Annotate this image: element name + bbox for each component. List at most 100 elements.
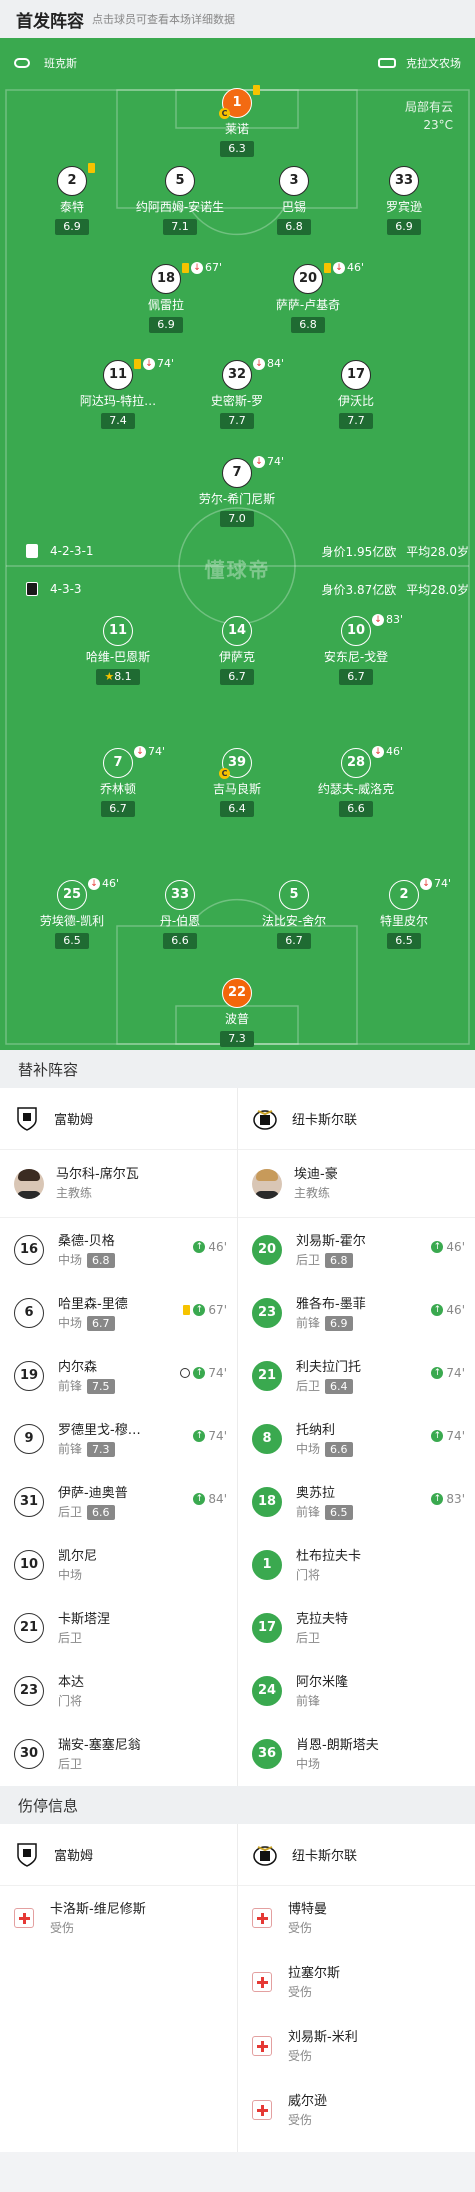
sub-on-icon: ↑ [193, 1367, 206, 1379]
player-number: 7 [222, 458, 252, 488]
sub-row[interactable]: 30 瑞安-塞塞尼翁 后卫 [0, 1722, 237, 1785]
away-team-header: 纽卡斯尔联 [238, 1824, 475, 1886]
sub-row[interactable]: 23 雅各布-墨菲 前锋 6.9 ↑ 46' [238, 1281, 475, 1344]
player-home-2[interactable]: 2 泰特 6.9 [17, 163, 127, 235]
sub-name: 伊萨-迪奥普 [58, 1485, 128, 1501]
away-coach[interactable]: 埃迪-豪 主教练 [238, 1150, 475, 1218]
sub-name: 利夫拉门托 [296, 1359, 362, 1375]
sub-row[interactable]: 17 克拉夫特 后卫 [238, 1596, 475, 1659]
injury-row[interactable]: 博特曼 受伤 [238, 1886, 475, 1950]
player-name: 伊萨克 [218, 650, 255, 664]
injured-player-name: 刘易斯-米利 [288, 2029, 358, 2045]
player-away-14[interactable]: 14 伊萨克 6.7 [182, 616, 292, 685]
player-rating: 6.7 [220, 669, 254, 685]
coach-avatar [14, 1168, 44, 1199]
sub-row[interactable]: 21 卡斯塔涅 后卫 [0, 1596, 237, 1659]
player-name: 乔林顿 [99, 782, 136, 796]
sub-number: 16 [14, 1234, 44, 1265]
player-away-5[interactable]: 5 法比安-舍尔 6.7 [239, 880, 349, 949]
player-away-7[interactable]: 7 ↓ 74' 乔林顿 6.7 [63, 745, 173, 817]
newcastle-crest-icon [253, 1845, 277, 1866]
coach-name: 埃迪-豪 [294, 1167, 338, 1182]
sub-row[interactable]: 19 内尔森 前锋 7.5 ↑ 74' [0, 1344, 237, 1407]
player-rating: 6.7 [277, 933, 311, 949]
player-name: 安东尼-戈登 [323, 650, 389, 664]
away-team-name: 纽卡斯尔联 [292, 1113, 358, 1128]
injury-row[interactable]: 刘易斯-米利 受伤 [238, 2014, 475, 2078]
player-rating: 6.3 [220, 141, 254, 157]
away-subs-column: 纽卡斯尔联 埃迪-豪 主教练 20 刘易斯-霍尔 后卫 6.8 ↑ 46' 23 雅各布-墨菲… [238, 1088, 475, 1785]
player-home-11[interactable]: 11 ↓ 74' 阿达玛-特拉… 7.4 [63, 357, 174, 429]
sub-off-icon: ↓ [333, 261, 345, 274]
player-rating: ★8.1 [96, 669, 140, 685]
sub-name: 瑞安-塞塞尼翁 [58, 1737, 141, 1753]
sub-minute: ↑ 84' [193, 1492, 227, 1506]
player-home-18[interactable]: 18 ↓ 67' 佩雷拉 6.9 [111, 261, 222, 333]
captain-icon: C [219, 108, 230, 119]
player-away-28[interactable]: 28 ↓ 46' 约瑟夫-威洛克 6.6 [301, 745, 411, 817]
player-events [88, 163, 95, 173]
player-home-33[interactable]: 33 罗宾逊 6.9 [349, 166, 459, 235]
sub-rating: 7.5 [87, 1378, 115, 1394]
player-home-17[interactable]: 17 伊沃比 7.7 [301, 360, 411, 429]
player-number: 20 [293, 264, 323, 294]
sub-on-icon: ↑ [193, 1430, 206, 1442]
player-rating: 7.0 [220, 511, 254, 527]
sub-row[interactable]: 9 罗德里戈-穆… 前锋 7.3 ↑ 74' [0, 1407, 237, 1470]
away-value: 身价3.87亿欧 [321, 582, 397, 597]
player-away-22[interactable]: 22 波普 7.3 [182, 978, 292, 1047]
sub-position: 后卫 [58, 1504, 83, 1519]
sub-row[interactable]: 1 杜布拉夫卡 门将 [238, 1533, 475, 1596]
player-name: 哈维-巴恩斯 [85, 650, 151, 664]
sub-row[interactable]: 16 桑德-贝格 中场 6.8 ↑ 46' [0, 1218, 237, 1281]
player-home-5[interactable]: 5 约阿西姆-安诺生 7.1 [125, 166, 235, 235]
sub-row[interactable]: 10 凯尔尼 中场 [0, 1533, 237, 1596]
sub-row[interactable]: 8 托纳利 中场 6.6 ↑ 74' [238, 1407, 475, 1470]
player-home-3[interactable]: 3 巴锡 6.8 [239, 166, 349, 235]
injury-row[interactable]: 卡洛斯-维尼修斯 受伤 [0, 1886, 237, 1950]
home-subs-column: 富勒姆 马尔科-席尔瓦 主教练 16 桑德-贝格 中场 6.8 ↑ 46' 6 哈里森-里德中… [0, 1088, 237, 1785]
injury-row[interactable]: 威尔逊 受伤 [238, 2078, 475, 2142]
sub-number: 10 [14, 1549, 44, 1580]
player-away-39[interactable]: 39 C 吉马良斯 6.4 [182, 748, 292, 817]
pitch: 班克斯 克拉文农场 局部有云 23°C 1C 莱诺 6.3 2 泰特 6.9 5… [0, 38, 475, 1050]
player-name: 约阿西姆-安诺生 [135, 200, 225, 214]
sub-row[interactable]: 6 哈里森-里德 中场 6.7 ↑ 67' [0, 1281, 237, 1344]
away-team-label: 克拉文农场 [378, 52, 461, 74]
sub-position: 前锋 [58, 1441, 83, 1456]
player-rating: 6.7 [101, 801, 135, 817]
player-name: 罗宾逊 [385, 200, 422, 214]
sub-minute: ↑ 74' [431, 1366, 465, 1380]
player-home-20[interactable]: 20 ↓ 46' 萨萨-卢基奇 6.8 [253, 261, 364, 333]
sub-row[interactable]: 20 刘易斯-霍尔 后卫 6.8 ↑ 46' [238, 1218, 475, 1281]
player-name: 波普 [224, 1012, 249, 1026]
player-away-33[interactable]: 33 丹-伯恩 6.6 [125, 880, 235, 949]
sub-row[interactable]: 23 本达 门将 [0, 1659, 237, 1722]
player-home-32[interactable]: 32 ↓ 84' 史密斯-罗 7.7 [182, 357, 292, 429]
sub-number: 21 [14, 1612, 44, 1643]
player-number: 5 [165, 166, 195, 196]
yellow-card-icon [182, 262, 189, 273]
player-rating: 6.4 [220, 801, 254, 817]
injury-status: 受伤 [288, 2048, 313, 2063]
player-away-11[interactable]: 11 哈维-巴恩斯 ★8.1 [63, 616, 173, 685]
home-coach[interactable]: 马尔科-席尔瓦 主教练 [0, 1150, 237, 1218]
sub-row[interactable]: 36 肖恩-朗斯塔夫 中场 [238, 1722, 475, 1785]
sub-row[interactable]: 24 阿尔米隆 前锋 [238, 1659, 475, 1722]
sub-row[interactable]: 21 利夫拉门托 后卫 6.4 ↑ 74' [238, 1344, 475, 1407]
sub-name: 凯尔尼 [58, 1548, 98, 1564]
player-away-2[interactable]: 2 ↓ 74' 特里皮尔 6.5 [349, 877, 459, 949]
medical-kit-icon [252, 2100, 272, 2120]
player-away-10[interactable]: 10 ↓ 83' 安东尼-戈登 6.7 [301, 613, 411, 685]
player-away-25[interactable]: 25 ↓ 46' 劳埃德-凯利 6.5 [17, 877, 127, 949]
player-home-1[interactable]: 1C 莱诺 6.3 [182, 85, 292, 157]
player-number: 39 C [219, 748, 252, 779]
player-home-7[interactable]: 7 ↓ 74' 劳尔-希门尼斯 7.0 [182, 455, 292, 527]
injury-row[interactable]: 拉塞尔斯 受伤 [238, 1950, 475, 2014]
sub-off-icon: ↓ [253, 357, 265, 370]
shirt-icon [378, 58, 396, 68]
sub-off-icon: ↓ [191, 261, 203, 274]
sub-name: 桑德-贝格 [58, 1233, 115, 1249]
sub-row[interactable]: 18 奥苏拉 前锋 6.5 ↑ 83' [238, 1470, 475, 1533]
sub-row[interactable]: 31 伊萨-迪奥普 后卫 6.6 ↑ 84' [0, 1470, 237, 1533]
